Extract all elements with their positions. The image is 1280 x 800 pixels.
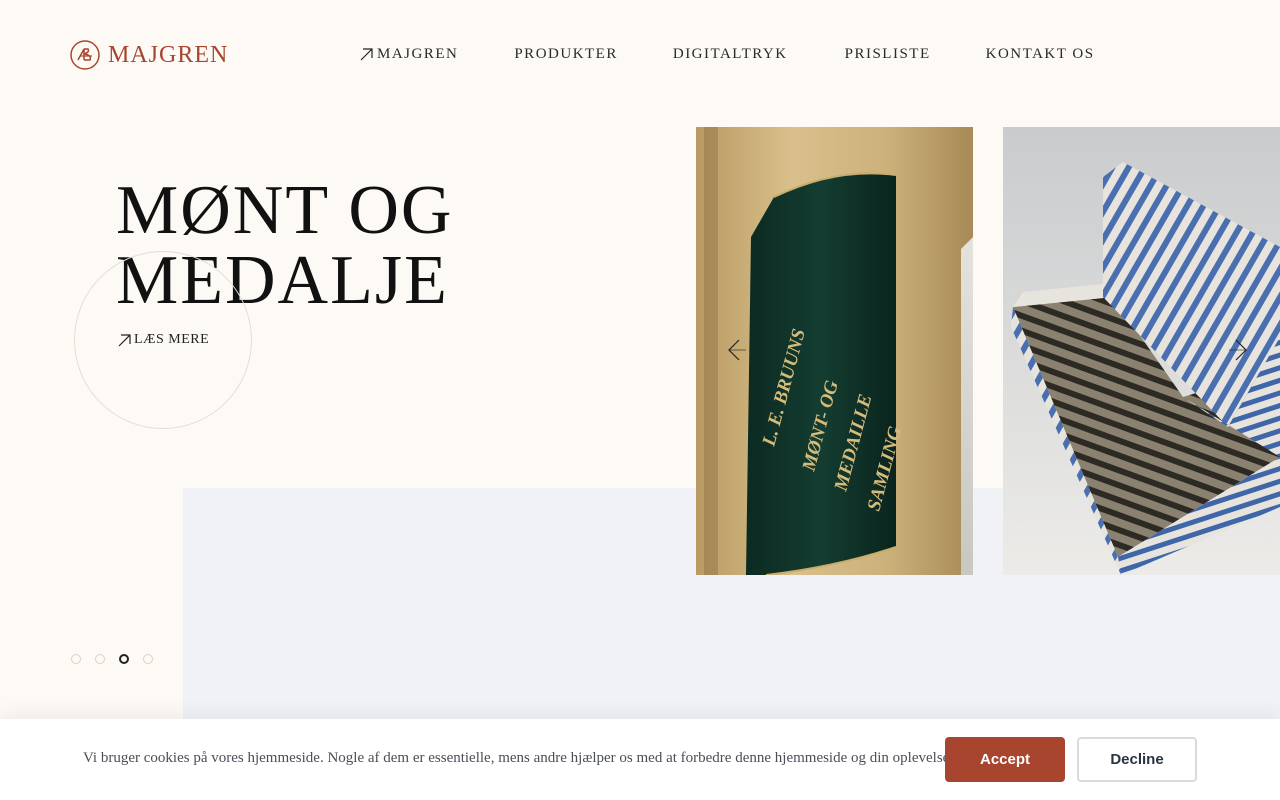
read-more-link[interactable]: LÆS MERE — [118, 332, 209, 348]
logo-mark-icon — [70, 40, 100, 70]
nav-item-produkter[interactable]: PRODUKTER — [514, 46, 618, 63]
slider-dot[interactable] — [143, 654, 153, 664]
slider-dot-active[interactable] — [119, 654, 129, 664]
read-more-label: LÆS MERE — [134, 332, 210, 347]
slider-dots — [71, 654, 153, 664]
nav-item-digitaltryk[interactable]: DIGITALTRYK — [673, 46, 788, 63]
chevron-left-icon[interactable] — [725, 338, 747, 362]
nav-item-majgren[interactable]: MAJGREN — [360, 46, 458, 63]
logo-text: MAJGREN — [108, 41, 229, 68]
chevron-right-icon[interactable] — [1228, 338, 1250, 362]
cookie-message: Vi bruger cookies på vores hjemmeside. N… — [83, 750, 954, 766]
slider-dot[interactable] — [95, 654, 105, 664]
main-nav: MAJGREN PRODUKTER DIGITALTRYK PRISLISTE … — [360, 46, 1095, 63]
decline-button[interactable]: Decline — [1077, 737, 1197, 782]
nav-item-label: KONTAKT OS — [985, 46, 1095, 62]
logo[interactable]: MAJGREN — [70, 40, 228, 70]
nav-item-label: MAJGREN — [377, 46, 459, 62]
cookie-banner: Vi bruger cookies på vores hjemmeside. N… — [0, 719, 1280, 800]
arrow-up-right-icon — [360, 48, 373, 61]
accept-button[interactable]: Accept — [945, 737, 1065, 782]
nav-item-label: DIGITALTRYK — [672, 46, 788, 62]
slider-dot[interactable] — [71, 654, 81, 664]
nav-item-prisliste[interactable]: PRISLISTE — [845, 46, 931, 63]
hero-title-line-1: MØNT OG — [116, 172, 454, 249]
nav-item-label: PRODUKTER — [514, 46, 618, 62]
nav-item-kontakt-os[interactable]: KONTAKT OS — [986, 46, 1095, 63]
arrow-up-right-icon — [118, 333, 131, 346]
nav-item-label: PRISLISTE — [844, 46, 931, 62]
